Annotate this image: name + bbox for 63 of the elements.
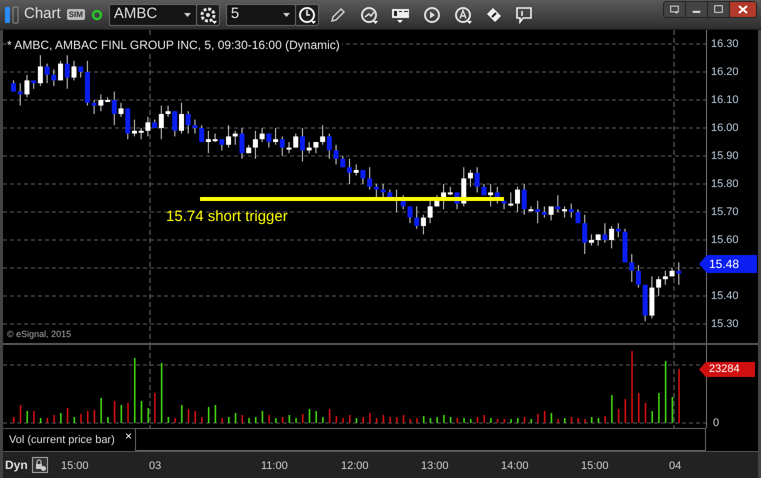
interval-dropdown[interactable]: 5 xyxy=(226,4,296,26)
window-menu-icon[interactable] xyxy=(664,2,686,17)
caret-icon xyxy=(282,12,290,16)
volume-bar xyxy=(134,358,136,423)
close-study-button[interactable]: × xyxy=(124,430,132,442)
price-label: 16.30 xyxy=(711,37,739,51)
symbol-dropdown[interactable]: AMBC xyxy=(108,4,197,26)
price-label: 15.30 xyxy=(711,317,739,331)
comment-icon[interactable] xyxy=(514,6,533,24)
time-label: 03 xyxy=(149,459,162,474)
time-label: 11:00 xyxy=(261,459,288,474)
volume-bar xyxy=(86,411,89,423)
layout-icon[interactable] xyxy=(4,6,20,24)
time-label: 13:00 xyxy=(421,459,449,474)
volume-bar xyxy=(194,411,196,423)
time-label: 14:00 xyxy=(501,459,529,474)
maximize-icon[interactable] xyxy=(708,2,730,17)
price-label: 15.80 xyxy=(711,177,739,191)
price-label: 15.60 xyxy=(711,233,739,247)
volume-bar xyxy=(530,419,532,423)
volume-bar xyxy=(254,417,257,423)
alert-icon[interactable] xyxy=(452,4,473,24)
volume-bar xyxy=(362,417,364,423)
time-label: 15:00 xyxy=(581,459,609,474)
volume-bar xyxy=(638,393,640,423)
price-label: 16.10 xyxy=(711,93,739,107)
clock-icon[interactable] xyxy=(294,4,319,26)
window-title: Chart xyxy=(24,4,61,24)
last-price-marker: 15.48 xyxy=(699,255,757,273)
volume-bar xyxy=(241,415,244,423)
volume-bar xyxy=(590,417,593,423)
eraser-icon[interactable] xyxy=(484,6,503,24)
volume-bar xyxy=(302,414,304,423)
play-icon[interactable] xyxy=(422,6,441,24)
price-label: 15.70 xyxy=(711,205,739,219)
volume-bar xyxy=(26,411,28,423)
settings-icon[interactable] xyxy=(196,4,220,26)
close-icon[interactable] xyxy=(730,2,756,17)
annotation-text: 15.74 short trigger xyxy=(166,207,288,227)
chart-legend: * AMBC, AMBAC FINL GROUP INC, 5, 09:30-16:00 (Dynamic) xyxy=(7,36,342,54)
caret-icon xyxy=(184,12,191,16)
copyright-text: © eSignal, 2015 xyxy=(7,328,72,341)
axis-mode-label: Dyn xyxy=(5,457,28,474)
pencil-icon[interactable] xyxy=(328,6,347,24)
volume-bar xyxy=(73,417,76,423)
volume-bar xyxy=(577,418,580,423)
price-label: 15.40 xyxy=(711,289,739,303)
time-label: 15:00 xyxy=(61,459,89,474)
time-label: 12:00 xyxy=(341,459,369,474)
lock-icon[interactable] xyxy=(32,457,48,473)
volume-bar xyxy=(422,416,425,423)
time-label: 04 xyxy=(669,459,682,474)
price-label: 16.20 xyxy=(711,65,739,79)
volume-axis-label: 0 xyxy=(713,416,720,431)
price-label: 15.90 xyxy=(711,149,739,163)
sim-badge: SIM xyxy=(66,9,85,20)
last-volume-marker: 23284 xyxy=(699,362,755,377)
minimize-icon[interactable] xyxy=(686,2,708,17)
chart-gauge-icon[interactable] xyxy=(358,4,379,24)
volume-bar xyxy=(470,419,472,423)
volume-bar xyxy=(409,419,412,423)
study-label: Vol (current price bar) xyxy=(9,432,115,448)
price-label: 16.00 xyxy=(711,121,739,135)
